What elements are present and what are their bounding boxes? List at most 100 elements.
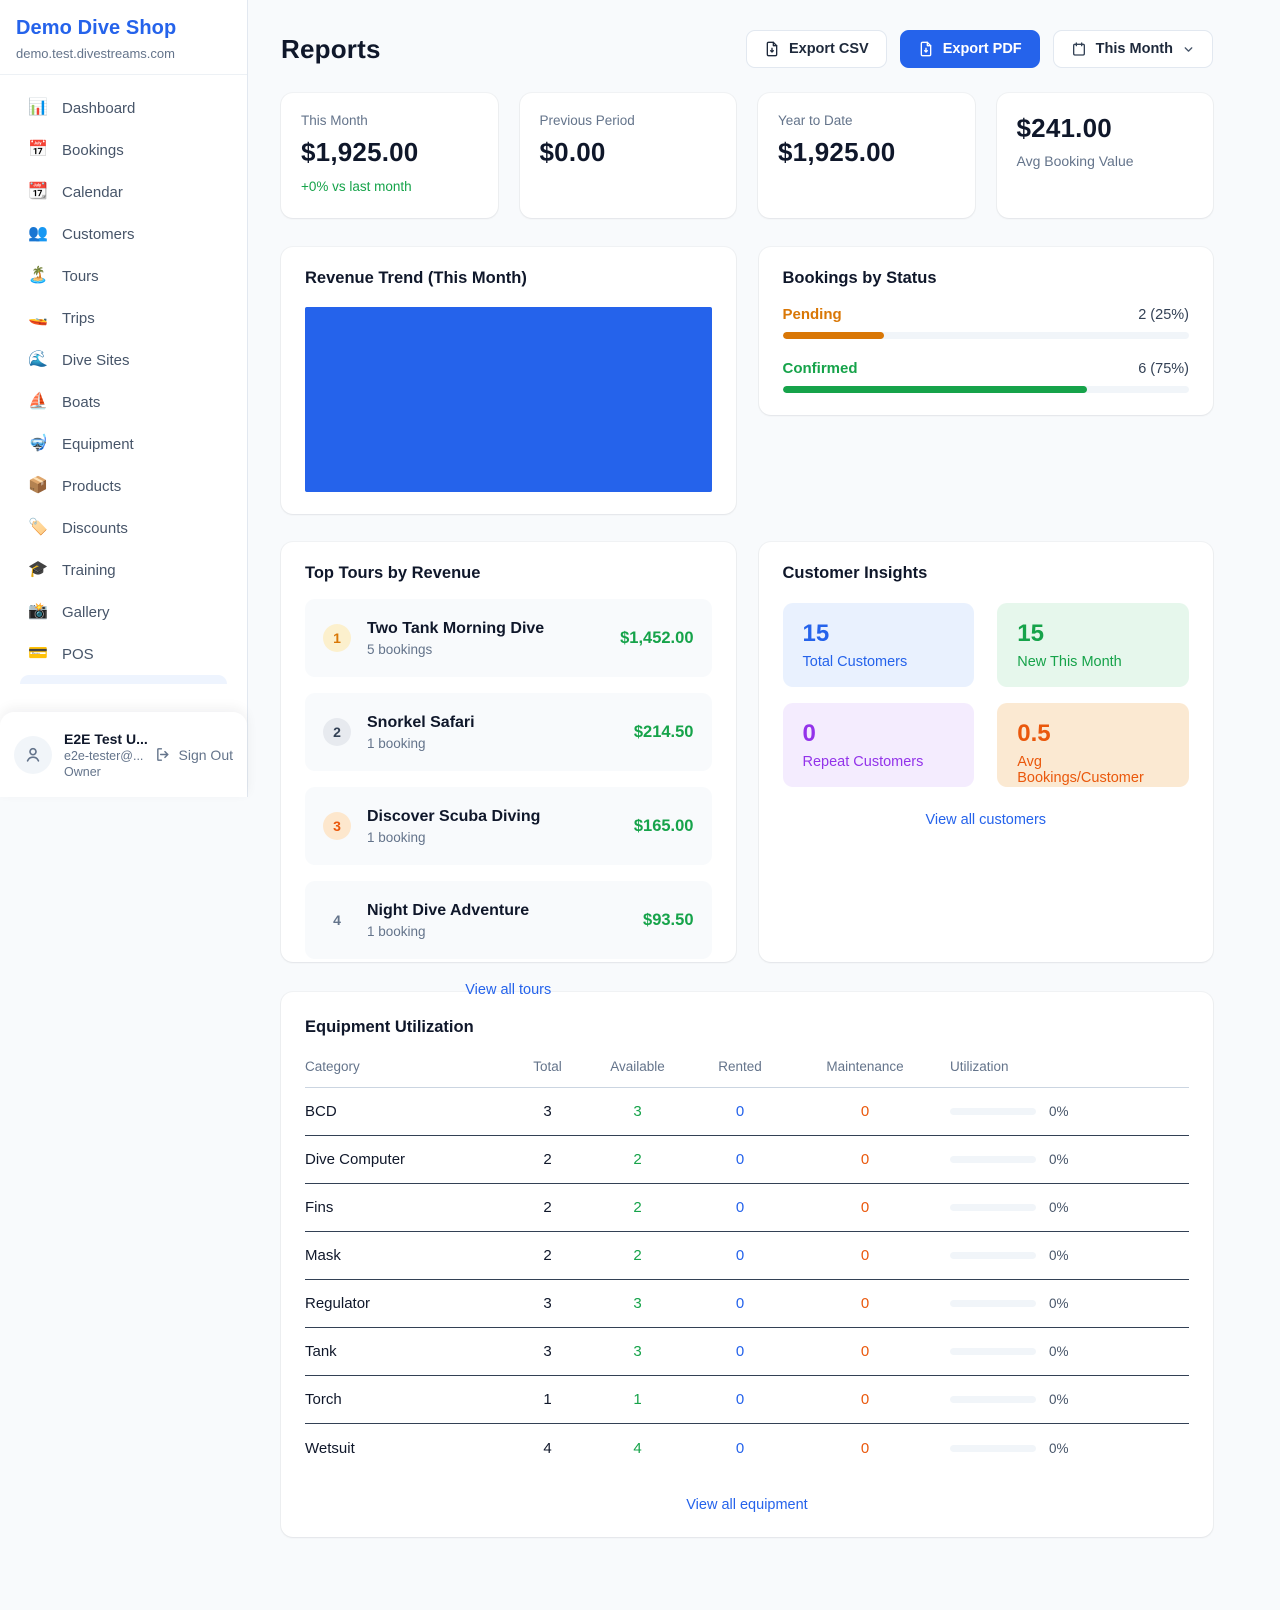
sidebar-item-reports-active-partial[interactable] [20,675,227,684]
utilization-percent: 0% [1049,1200,1069,1215]
training-icon: 🎓 [28,562,48,578]
stat-value: $241.00 [1017,113,1194,144]
stat-card-avg-booking-value: $241.00 Avg Booking Value [997,93,1214,218]
status-label: Pending [783,306,842,323]
utilization-percent: 0% [1049,1344,1069,1359]
utilization-cell: 0% [950,1392,1189,1407]
utilization-cell: 0% [950,1344,1189,1359]
stat-label: Avg Booking Value [1017,153,1194,169]
sidebar-item-calendar[interactable]: 📆 Calendar [10,171,237,213]
insights-row: Top Tours by Revenue 1 Two Tank Morning … [281,542,1213,962]
category-cell: Torch [305,1391,520,1408]
stat-card-year-to-date: Year to Date $1,925.00 [758,93,975,218]
status-value: 6 (75%) [1138,361,1189,377]
view-all-customers-link[interactable]: View all customers [783,812,1190,828]
sidebar-item-tours[interactable]: 🏝️ Tours [10,255,237,297]
utilization-bar [950,1300,1036,1307]
sidebar-item-boats[interactable]: ⛵ Boats [10,381,237,423]
column-header: Available [575,1059,700,1074]
utilization-bar [950,1108,1036,1115]
tour-bookings: 1 booking [367,830,540,845]
page-title: Reports [281,34,381,65]
stat-delta: +0% vs last month [301,179,478,194]
sidebar-item-label: Boats [62,394,100,411]
tour-name: Two Tank Morning Dive [367,620,544,638]
sidebar-item-equipment[interactable]: 🤿 Equipment [10,423,237,465]
utilization-bar [950,1396,1036,1403]
period-dropdown[interactable]: This Month [1053,30,1213,68]
available-cell: 4 [575,1440,700,1457]
category-cell: Fins [305,1199,520,1216]
tour-bookings: 1 booking [367,736,475,751]
sign-out-button[interactable]: Sign Out [155,746,233,763]
calendar-icon: 📆 [28,184,48,200]
table-header-row: Category Total Available Rented Maintena… [305,1059,1189,1088]
category-cell: Regulator [305,1295,520,1312]
export-pdf-button[interactable]: Export PDF [900,30,1040,68]
page-header: Reports Export CSV Export PDF This Month [281,30,1213,68]
maintenance-cell: 0 [780,1343,950,1360]
column-header: Utilization [950,1059,1189,1074]
utilization-cell: 0% [950,1296,1189,1311]
pos-icon: 💳 [28,646,48,662]
sidebar-item-label: Training [62,562,116,579]
insight-label: New This Month [1017,654,1169,670]
sidebar-item-discounts[interactable]: 🏷️ Discounts [10,507,237,549]
available-cell: 2 [575,1199,700,1216]
view-all-tours-link[interactable]: View all tours [305,982,712,998]
revenue-trend-card: Revenue Trend (This Month) [281,247,736,514]
sidebar-item-pos[interactable]: 💳 POS [10,633,237,675]
available-cell: 2 [575,1151,700,1168]
maintenance-cell: 0 [780,1295,950,1312]
export-csv-button[interactable]: Export CSV [746,30,887,68]
sidebar-item-label: POS [62,646,94,663]
rented-cell: 0 [700,1391,780,1408]
stat-value: $0.00 [540,137,717,168]
period-label: This Month [1096,41,1173,57]
maintenance-cell: 0 [780,1103,950,1120]
category-cell: Dive Computer [305,1151,520,1168]
category-cell: Mask [305,1247,520,1264]
total-cell: 3 [520,1343,575,1360]
sidebar-item-training[interactable]: 🎓 Training [10,549,237,591]
customer-insights-title: Customer Insights [783,564,1190,583]
rank-badge: 2 [323,718,351,746]
category-cell: Tank [305,1343,520,1360]
avatar [14,736,52,774]
table-row: BCD 3 3 0 0 0% [305,1088,1189,1136]
view-all-equipment-link[interactable]: View all equipment [305,1497,1189,1513]
sidebar-item-label: Products [62,478,121,495]
person-icon [23,745,43,765]
equipment-icon: 🤿 [28,436,48,452]
progress-fill [783,386,1088,393]
maintenance-cell: 0 [780,1247,950,1264]
user-name: E2E Test U... [64,731,143,747]
sidebar-item-products[interactable]: 📦 Products [10,465,237,507]
stat-label: Year to Date [778,113,955,128]
utilization-percent: 0% [1049,1104,1069,1119]
products-icon: 📦 [28,478,48,494]
sidebar-item-label: Bookings [62,142,124,159]
sidebar-item-dive-sites[interactable]: 🌊 Dive Sites [10,339,237,381]
utilization-bar [950,1445,1036,1452]
brand-domain: demo.test.divestreams.com [16,46,231,61]
insight-tile-avg-bookings: 0.5 Avg Bookings/Customer [997,703,1189,787]
status-value: 2 (25%) [1138,307,1189,323]
total-cell: 2 [520,1247,575,1264]
sidebar-item-bookings[interactable]: 📅 Bookings [10,129,237,171]
sidebar-item-customers[interactable]: 👥 Customers [10,213,237,255]
sidebar-item-trips[interactable]: 🚤 Trips [10,297,237,339]
tour-amount: $1,452.00 [620,629,693,648]
rented-cell: 0 [700,1199,780,1216]
brand: Demo Dive Shop demo.test.divestreams.com [0,0,247,75]
utilization-percent: 0% [1049,1296,1069,1311]
sidebar-item-gallery[interactable]: 📸 Gallery [10,591,237,633]
tour-row: 1 Two Tank Morning Dive 5 bookings $1,45… [305,599,712,677]
dive-sites-icon: 🌊 [28,352,48,368]
rented-cell: 0 [700,1103,780,1120]
available-cell: 3 [575,1103,700,1120]
insight-label: Total Customers [803,654,955,670]
sidebar-item-dashboard[interactable]: 📊 Dashboard [10,87,237,129]
sidebar-item-label: Tours [62,268,99,285]
rented-cell: 0 [700,1440,780,1457]
